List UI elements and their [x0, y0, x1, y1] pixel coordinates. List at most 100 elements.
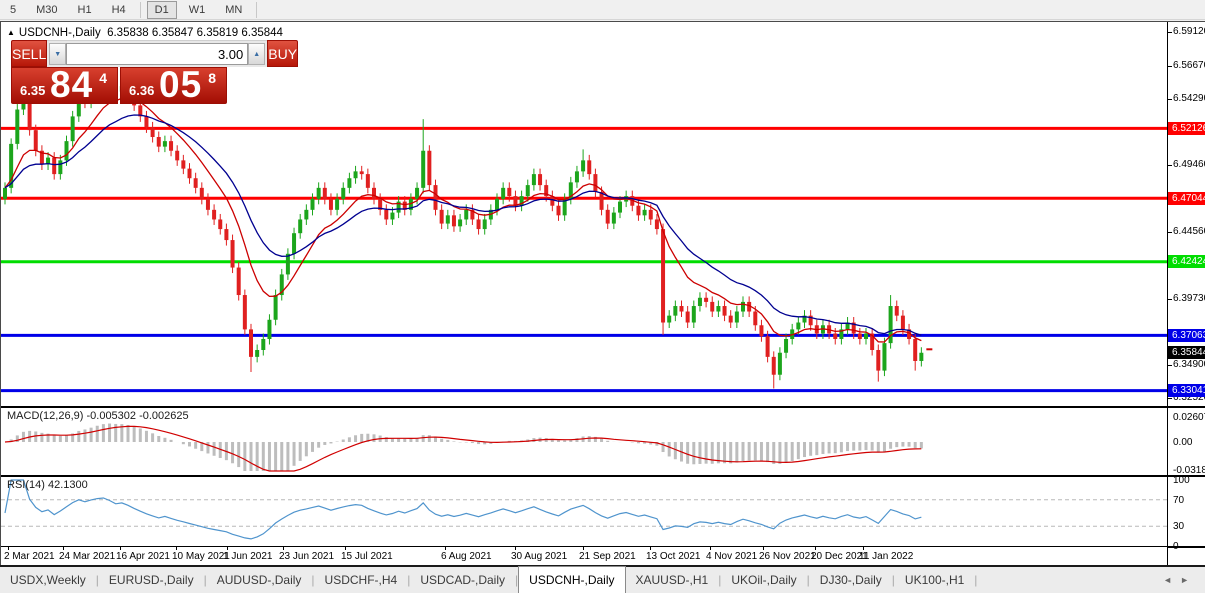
candle-body [243, 295, 247, 329]
price-tick-label: 6.34900 [1173, 359, 1205, 370]
candle-body [686, 312, 690, 323]
volume-decrease-icon[interactable]: ▼ [49, 43, 66, 65]
candle-body [317, 188, 321, 199]
collapse-icon[interactable]: ▲ [7, 28, 15, 37]
rsi-panel[interactable]: RSI(14) 42.1300 [1, 475, 1167, 546]
price-tick-label: 6.44560 [1173, 226, 1205, 237]
chart-symbol-label: USDCNH-,Daily [19, 27, 101, 39]
toolbar-separator [256, 2, 257, 18]
chart-tab-audusd-daily[interactable]: AUDUSD-,Daily [207, 568, 312, 593]
candle-body [175, 151, 179, 161]
candle-body [52, 158, 56, 174]
candle-body [71, 116, 75, 141]
candle-body [581, 160, 585, 171]
one-click-trading-panel: SELL ▼ ▲ BUY 6.35 84 4 6.36 [11, 40, 227, 104]
candle-body [169, 141, 173, 151]
candle-body [372, 188, 376, 199]
date-tick-mark [283, 547, 284, 550]
candle-body [329, 199, 333, 210]
candle-body [181, 160, 185, 168]
tab-scroll-arrows: ◄► [1163, 575, 1205, 593]
axis-tick-mark [1168, 99, 1172, 100]
candle-body [876, 350, 880, 371]
timeframe-button-h1[interactable]: H1 [70, 1, 100, 19]
timeframe-button-d1[interactable]: D1 [147, 1, 177, 19]
sell-button[interactable]: SELL [11, 40, 47, 67]
candle-body [858, 334, 862, 339]
candle-body [575, 171, 579, 182]
current-price-badge: 6.35844 [1168, 346, 1205, 359]
candle-body [673, 306, 677, 316]
price-chart-area[interactable]: ▲USDCNH-,Daily 6.35838 6.35847 6.35819 6… [1, 22, 1167, 404]
timeframe-button-5[interactable]: 5 [2, 1, 24, 19]
timeframe-button-mn[interactable]: MN [217, 1, 250, 19]
buy-button[interactable]: BUY [267, 40, 298, 67]
chart-tab-eurusd-daily[interactable]: EURUSD-,Daily [99, 568, 204, 593]
candle-body [261, 339, 265, 350]
ma-slow-line [5, 115, 921, 335]
tab-scroll-left-icon[interactable]: ◄ [1163, 575, 1180, 585]
candle-body [298, 219, 302, 233]
price-tick-label: 6.49460 [1173, 159, 1205, 170]
chart-tab-usdcad-daily[interactable]: USDCAD-,Daily [410, 568, 515, 593]
candle-body [157, 137, 161, 147]
chart-tab-ukoil-daily[interactable]: UKOil-,Daily [721, 568, 806, 593]
price-level-badge: 6.33041 [1168, 384, 1205, 397]
price-axis[interactable]: 6.591206.566706.542906.494606.445606.397… [1167, 22, 1205, 566]
candle-body [532, 174, 536, 185]
date-tick-label: 30 Aug 2021 [511, 551, 567, 562]
candle-body [237, 268, 241, 295]
price-level-badge: 6.47044 [1168, 192, 1205, 205]
date-tick-label: 1 Jun 2021 [223, 551, 273, 562]
candle-body [286, 254, 290, 275]
price-level-badge: 6.37063 [1168, 329, 1205, 342]
axis-tick-mark [1168, 232, 1172, 233]
candle-body [538, 174, 542, 185]
candle-body [390, 213, 394, 220]
candle-body [557, 206, 561, 216]
toolbar-separator [140, 2, 141, 18]
volume-input[interactable] [66, 43, 248, 65]
candle-body [15, 110, 19, 144]
panel-separator [1168, 406, 1205, 408]
chart-tab-usdchf-h4[interactable]: USDCHF-,H4 [315, 568, 408, 593]
sell-price-display[interactable]: 6.35 84 4 [11, 67, 118, 104]
chart-tab-dj30-daily[interactable]: DJ30-,Daily [810, 568, 892, 593]
candle-body [3, 188, 7, 199]
chart-tab-usdcnh-daily[interactable]: USDCNH-,Daily [518, 566, 625, 593]
date-axis[interactable]: 2 Mar 202124 Mar 202116 Apr 202110 May 2… [1, 546, 1167, 566]
macd-panel[interactable]: MACD(12,26,9) -0.005302 -0.002625 [1, 406, 1167, 473]
timeframe-button-m30[interactable]: M30 [28, 1, 65, 19]
chart-tab-xauusd-h1[interactable]: XAUUSD-,H1 [626, 568, 719, 593]
timeframe-button-h4[interactable]: H4 [104, 1, 134, 19]
candle-body [636, 206, 640, 216]
candle-body [255, 350, 259, 357]
sell-price-fraction: 4 [99, 70, 107, 86]
date-tick-label: 23 Jun 2021 [279, 551, 334, 562]
axis-tick-mark [1168, 299, 1172, 300]
date-tick-mark [445, 547, 446, 550]
candle-body [58, 160, 62, 174]
ma-fast-line [5, 98, 921, 343]
candle-body [612, 213, 616, 224]
candle-body [661, 229, 665, 322]
candle-body [434, 185, 438, 210]
macd-label: MACD(12,26,9) -0.005302 -0.002625 [7, 410, 189, 422]
chart-tab-uk100-h1[interactable]: UK100-,H1 [895, 568, 974, 593]
candle-body [766, 336, 770, 357]
buy-price-display[interactable]: 6.36 05 8 [120, 67, 227, 104]
candle-body [507, 188, 511, 196]
volume-increase-icon[interactable]: ▲ [248, 43, 265, 65]
candle-body [723, 306, 727, 316]
chart-tab-usdx-weekly[interactable]: USDX,Weekly [0, 568, 96, 593]
candle-body [304, 210, 308, 220]
panel-separator [1168, 546, 1205, 548]
volume-stepper: ▼ ▲ [47, 40, 267, 67]
rsi-axis-label: 70 [1173, 495, 1184, 506]
candle-body [643, 210, 647, 215]
tab-scroll-right-icon[interactable]: ► [1180, 575, 1197, 585]
timeframe-button-w1[interactable]: W1 [181, 1, 214, 19]
price-level-badge: 6.52126 [1168, 122, 1205, 135]
trading-platform-window: 5M30H1H4D1W1MN ▲USDCNH-,Daily 6.35838 6.… [0, 0, 1205, 593]
candle-body [864, 334, 868, 339]
